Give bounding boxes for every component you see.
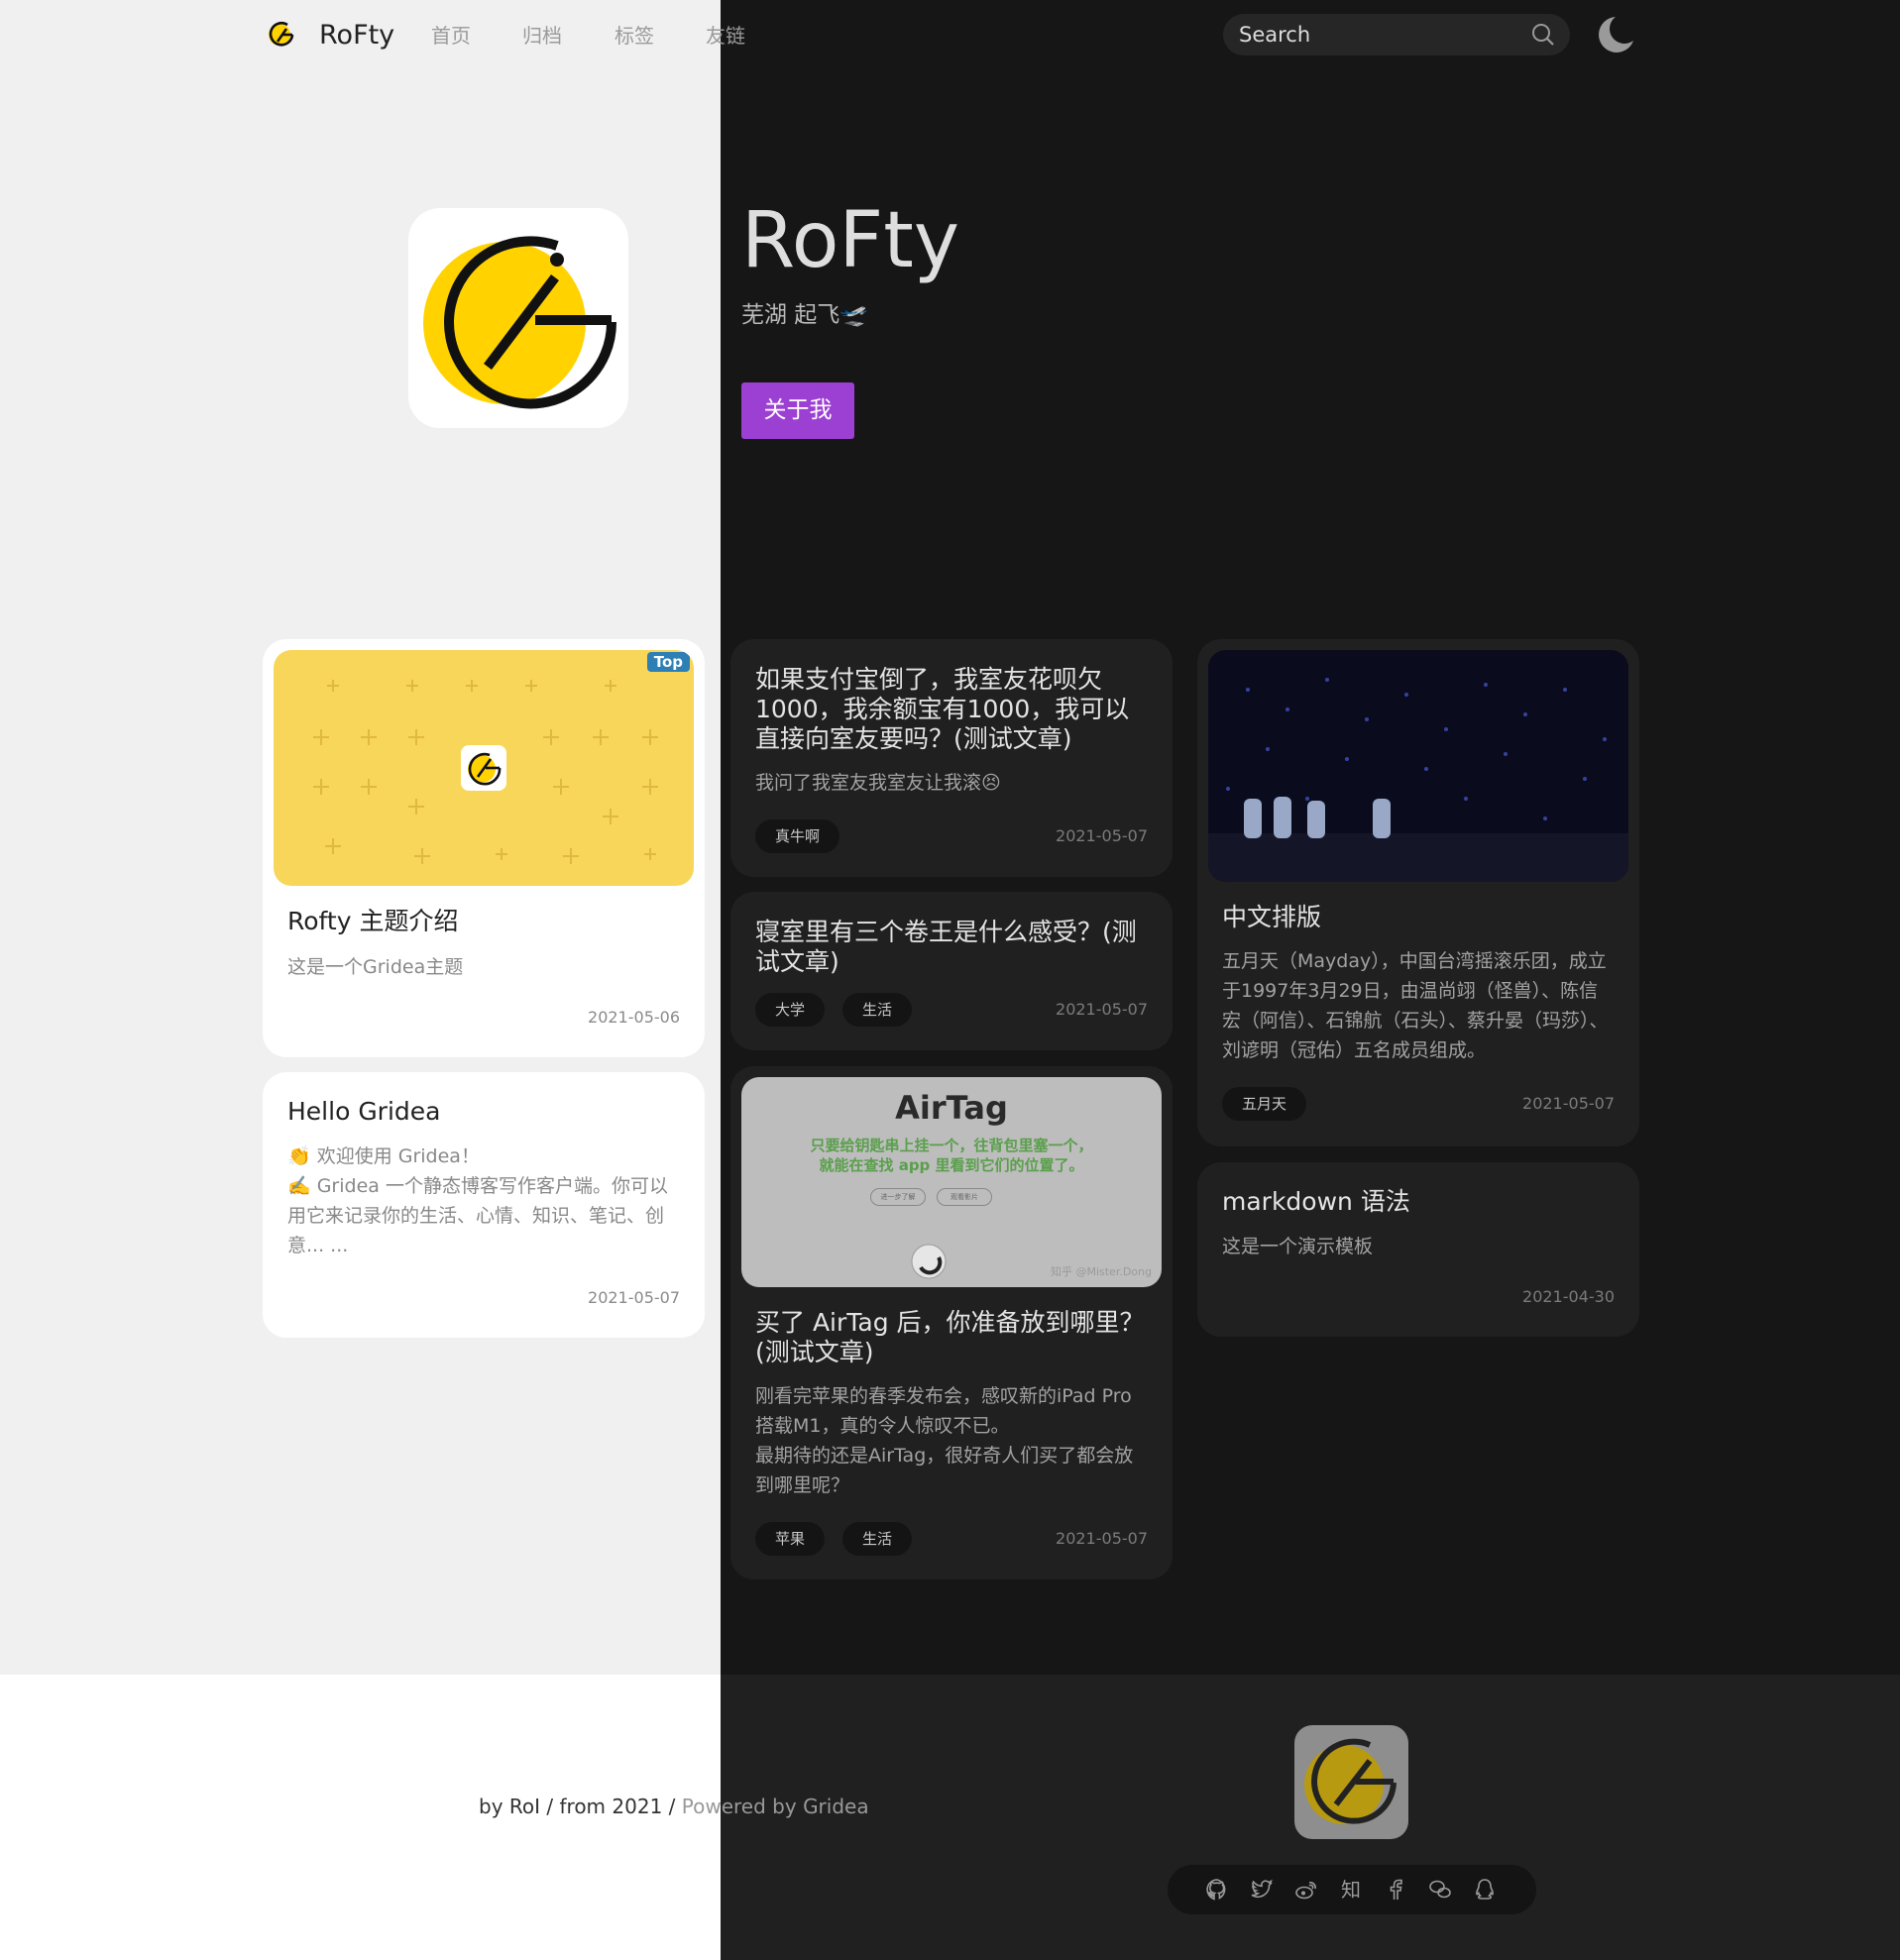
twitter-icon[interactable] — [1250, 1878, 1274, 1902]
post-card-chinese-typesetting[interactable]: 中文排版 五月天（Mayday），中国台湾摇滚乐团，成立于1997年3月29日，… — [1197, 639, 1639, 1146]
social-links-bar: 知 — [1168, 1865, 1536, 1914]
site-brand[interactable]: RoFty — [319, 18, 394, 54]
cover-pattern-icon — [313, 680, 658, 864]
nav-item-tags[interactable]: 标签 — [615, 22, 654, 50]
hero-title: RoFty — [741, 196, 960, 285]
post-tag[interactable]: 真牛啊 — [755, 819, 840, 853]
post-card-alipay[interactable]: 如果支付宝倒了，我室友花呗欠1000，我余额宝有1000，我可以直接向室友要吗？… — [730, 639, 1173, 877]
nav-item-home[interactable]: 首页 — [431, 22, 471, 50]
nav-item-archive[interactable]: 归档 — [522, 22, 562, 50]
post-title[interactable]: Rofty 主题介绍 — [287, 907, 680, 936]
zhihu-icon[interactable]: 知 — [1339, 1878, 1363, 1902]
rofty-logo-icon — [423, 236, 617, 409]
about-me-button[interactable]: 关于我 — [741, 382, 854, 439]
post-excerpt-line-2: ✍️ Gridea 一个静态博客写作客户端。你可以用它来记录你的生活、心情、知识… — [287, 1175, 668, 1256]
post-cover-image: AirTag 只要给钥匙串上挂一个，往背包里塞一个， 就能在查找 app 里看到… — [741, 1077, 1162, 1287]
top-badge: Top — [646, 652, 690, 672]
concert-photo-icon — [1208, 650, 1628, 882]
post-date: 2021-05-07 — [1522, 1094, 1615, 1113]
post-cover-image: Top — [274, 650, 694, 886]
post-tag[interactable]: 生活 — [842, 993, 913, 1027]
post-title[interactable]: 买了 AirTag 后，你准备放到哪里？(测试文章) — [755, 1308, 1148, 1367]
footer-logo — [1294, 1725, 1408, 1839]
airtag-image-line-1: 只要给钥匙串上挂一个，往背包里塞一个， — [810, 1137, 1093, 1154]
post-card-dorm[interactable]: 寝室里有三个卷王是什么感受？(测试文章) 大学 生活 2021-05-07 — [730, 892, 1173, 1050]
footer-separator: / — [668, 1795, 676, 1818]
post-excerpt: 这是一个演示模板 — [1222, 1236, 1374, 1257]
post-date: 2021-05-07 — [1056, 826, 1148, 845]
post-title[interactable]: 寝室里有三个卷王是什么感受？(测试文章) — [755, 918, 1148, 977]
post-excerpt-line-2: 最期待的还是AirTag，很好奇人们买了都会放到哪里呢？ — [755, 1445, 1134, 1496]
post-date: 2021-05-06 — [588, 1008, 680, 1027]
post-cover-image — [1208, 650, 1628, 882]
search-icon[interactable] — [1530, 22, 1556, 48]
weibo-icon[interactable] — [1294, 1878, 1318, 1902]
post-excerpt: 五月天（Mayday），中国台湾摇滚乐团，成立于1997年3月29日，由温尚翊（… — [1222, 950, 1609, 1061]
post-tag[interactable]: 生活 — [842, 1522, 913, 1556]
site-logo-icon[interactable] — [266, 18, 297, 50]
post-card-markdown[interactable]: markdown 语法 这是一个演示模板 2021-04-30 — [1197, 1162, 1639, 1337]
nav-item-links[interactable]: 友链 — [706, 22, 745, 50]
footer-from: from 2021 — [559, 1795, 663, 1818]
wechat-icon[interactable] — [1428, 1878, 1452, 1902]
dark-mode-toggle-icon[interactable] — [1594, 14, 1635, 55]
facebook-icon[interactable] — [1384, 1878, 1407, 1902]
footer-credits: by RoI / from 2021 / Powered by Gridea — [479, 1792, 869, 1821]
post-date: 2021-05-07 — [1056, 1529, 1148, 1548]
post-title[interactable]: 如果支付宝倒了，我室友花呗欠1000，我余额宝有1000，我可以直接向室友要吗？… — [755, 665, 1148, 754]
post-title[interactable]: 中文排版 — [1222, 903, 1615, 932]
post-excerpt: 我问了我室友我室友让我滚😣 — [755, 772, 1001, 794]
post-date: 2021-05-07 — [1056, 1000, 1148, 1019]
airtag-image-title: AirTag — [895, 1089, 1008, 1127]
airtag-image-watermark: 知乎 @Mister.Dong — [1050, 1265, 1152, 1278]
airtag-image-line-2: 就能在查找 app 里看到它们的位置了。 — [819, 1156, 1084, 1174]
hero-avatar — [408, 208, 628, 428]
footer-gridea-link[interactable]: Gridea — [803, 1795, 869, 1818]
search-placeholder: Search — [1239, 23, 1311, 47]
post-card-airtag[interactable]: AirTag 只要给钥匙串上挂一个，往背包里塞一个， 就能在查找 app 里看到… — [730, 1066, 1173, 1579]
footer-author-link[interactable]: RoI — [509, 1795, 540, 1818]
airtag-image-btn-1: 进一步了解 — [870, 1188, 926, 1206]
post-card-hello-gridea[interactable]: Hello Gridea 👏 欢迎使用 Gridea！ ✍️ Gridea 一个… — [263, 1072, 705, 1338]
post-date: 2021-04-30 — [1522, 1287, 1615, 1306]
footer-powered-by: Powered by — [681, 1795, 797, 1818]
post-excerpt-line-1: 刚看完苹果的春季发布会，感叹新的iPad Pro搭载M1，真的令人惊叹不已。 — [755, 1385, 1132, 1437]
post-excerpt-line-1: 👏 欢迎使用 Gridea！ — [287, 1145, 480, 1167]
footer-by: by — [479, 1795, 503, 1818]
post-tag[interactable]: 苹果 — [755, 1522, 826, 1556]
footer-separator: / — [546, 1795, 554, 1818]
qq-icon[interactable] — [1473, 1878, 1497, 1902]
post-title[interactable]: Hello Gridea — [287, 1097, 680, 1127]
search-input[interactable]: Search — [1223, 14, 1570, 55]
github-icon[interactable] — [1205, 1878, 1229, 1902]
post-excerpt: 这是一个Gridea主题 — [287, 956, 464, 978]
post-tag[interactable]: 大学 — [755, 993, 826, 1027]
post-date: 2021-05-07 — [588, 1288, 680, 1307]
post-tag[interactable]: 五月天 — [1222, 1087, 1307, 1121]
post-title[interactable]: markdown 语法 — [1222, 1187, 1615, 1217]
hero-subtitle: 芜湖 起飞🛫 — [741, 302, 868, 328]
post-card-rofty-intro[interactable]: Top Rofty 主题介绍 这是一个Gridea主题 2021-05-06 — [263, 639, 705, 1057]
footer-logo-icon — [1304, 1738, 1397, 1824]
airtag-image-btn-2: 观看影片 — [937, 1188, 992, 1206]
airtag-device-icon — [911, 1244, 947, 1279]
